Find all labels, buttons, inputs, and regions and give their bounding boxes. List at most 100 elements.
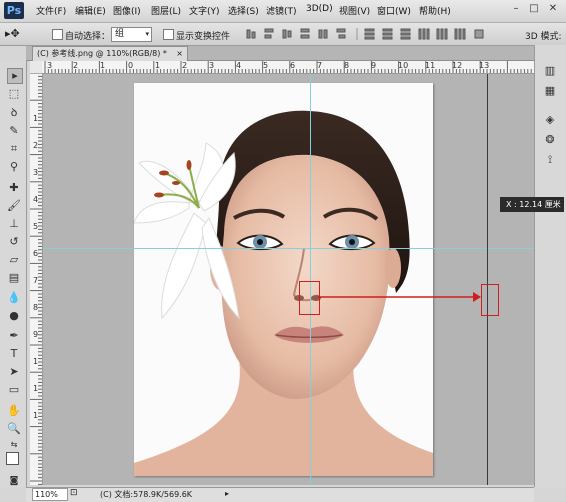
menu-3d[interactable]: 3D(D) [306, 4, 333, 14]
eraser-tool-icon[interactable]: ▱ [7, 253, 21, 267]
menu-select[interactable]: 选择(S) [228, 4, 259, 17]
3d-mode-label: 3D 模式: [525, 32, 562, 42]
show-transform-checkbox[interactable] [163, 29, 174, 40]
menu-window[interactable]: 窗口(W) [377, 4, 411, 17]
minimize-button[interactable]: – [509, 3, 523, 15]
quick-mask-icon[interactable]: ◙ [7, 474, 21, 488]
close-window-button[interactable]: ✕ [546, 3, 560, 15]
zoom-tool-icon[interactable]: 🔍 [7, 422, 21, 436]
ruler-number: 7 [33, 276, 39, 285]
guide-position-tooltip: X : 12.14 厘米 [500, 197, 564, 212]
ruler-number: 5 [33, 222, 39, 231]
ruler-number: 6 [33, 249, 39, 258]
horizontal-guide[interactable] [43, 248, 534, 249]
document-tab-title: (C) 参考线.png @ 110%(RGB/8) * [37, 49, 167, 58]
ruler-number: 1 [33, 357, 39, 366]
ruler-number: 2 [73, 61, 79, 70]
menu-bar: Ps 文件(F) 编辑(E) 图像(I) 图层(L) 文字(Y) 选择(S) 滤… [0, 0, 566, 23]
crop-tool-icon[interactable]: ⌗ [7, 142, 21, 156]
auto-select-checkbox[interactable] [52, 29, 63, 40]
vertical-guide[interactable] [310, 74, 311, 485]
ruler-number: 3 [47, 61, 53, 70]
layers-panel-icon[interactable]: ◈ [543, 113, 557, 127]
path-selection-tool-icon[interactable]: ➤ [7, 365, 21, 379]
menu-layer[interactable]: 图层(L) [151, 4, 181, 17]
document-image[interactable] [134, 83, 433, 476]
ruler-number: 1 [33, 384, 39, 393]
ruler-number: 2 [182, 61, 188, 70]
ruler-number: 4 [236, 61, 242, 70]
quick-select-tool-icon[interactable]: ✎ [7, 124, 21, 138]
ruler-number: 9 [33, 330, 39, 339]
ruler-number: 10 [398, 61, 409, 70]
ruler-number: 8 [344, 61, 350, 70]
ruler-number: 1 [155, 61, 161, 70]
marquee-tool-icon[interactable]: ⬚ [7, 87, 21, 101]
pen-tool-icon[interactable]: ✒ [7, 329, 21, 343]
chevron-down-icon: ▾ [145, 30, 149, 38]
menu-help[interactable]: 帮助(H) [419, 4, 451, 17]
document-tab[interactable]: (C) 参考线.png @ 110%(RGB/8) * × [32, 46, 188, 61]
photoshop-logo: Ps [4, 2, 24, 19]
dodge-tool-icon[interactable]: ● [7, 309, 21, 323]
blur-tool-icon[interactable]: 💧 [7, 291, 21, 305]
hand-tool-icon[interactable]: ✋ [7, 404, 21, 418]
swap-colors-icon[interactable]: ⇆ [7, 438, 21, 452]
options-bar: ▸✥ 自动选择： 组 ▾ 显示变换控件 3D 模式: [0, 23, 566, 46]
ruler-number: 7 [317, 61, 323, 70]
brush-tool-icon[interactable]: 🖌 [7, 199, 21, 213]
ruler-number: 0 [128, 61, 134, 70]
move-tool-icon[interactable]: ▸ [7, 68, 23, 84]
ruler-number: 8 [33, 303, 39, 312]
move-tool-preset-icon[interactable]: ▸✥ [5, 27, 20, 40]
menu-type[interactable]: 文字(Y) [189, 4, 220, 17]
ruler-number: 9 [371, 61, 377, 70]
show-transform-label: 显示变换控件 [176, 32, 231, 42]
portrait-illustration [134, 110, 433, 476]
ruler-number: 11 [425, 61, 436, 70]
ruler-number: 1 [33, 114, 39, 123]
maximize-button[interactable]: □ [527, 3, 541, 15]
menu-file[interactable]: 文件(F) [36, 4, 66, 17]
ruler-number: 6 [290, 61, 296, 70]
gradient-tool-icon[interactable]: ▤ [7, 271, 21, 285]
history-brush-tool-icon[interactable]: ↺ [7, 235, 21, 249]
type-tool-icon[interactable]: T [7, 347, 21, 361]
ruler-number: 2 [33, 141, 39, 150]
histogram-panel-icon[interactable]: ▥ [543, 64, 557, 78]
dropdown-value: 组 [115, 29, 125, 39]
close-tab-icon[interactable]: × [176, 47, 183, 60]
nose-highlight-box [299, 281, 320, 315]
menu-edit[interactable]: 编辑(E) [75, 4, 106, 17]
ruler-number: 1 [100, 61, 106, 70]
dragging-guide[interactable] [487, 74, 488, 485]
guide-highlight-box [481, 284, 499, 316]
foreground-color-swatch[interactable] [6, 452, 19, 465]
ruler-number: 12 [452, 61, 463, 70]
menu-filter[interactable]: 滤镜(T) [266, 4, 297, 17]
annotation-arrow [318, 292, 481, 302]
right-panel-dock [534, 45, 566, 487]
ruler-number: 13 [479, 61, 490, 70]
document-size-info: (C) 文档:578.9K/569.6K [100, 490, 193, 499]
status-arrow-icon[interactable]: ▸ [225, 489, 229, 498]
auto-select-label: 自动选择： [65, 32, 111, 42]
ruler-number: 1 [33, 411, 39, 420]
shape-tool-icon[interactable]: ▭ [7, 383, 21, 397]
ruler-number: 5 [263, 61, 269, 70]
channels-panel-icon[interactable]: ❂ [543, 133, 557, 147]
paths-panel-icon[interactable]: ⟟ [543, 153, 557, 167]
align-distribute-icons[interactable] [245, 28, 495, 40]
ruler-number: 3 [33, 168, 39, 177]
healing-brush-tool-icon[interactable]: ✚ [7, 181, 21, 195]
eyedropper-tool-icon[interactable]: ⚲ [7, 160, 21, 174]
auto-select-target-dropdown[interactable]: 组 ▾ [111, 27, 152, 42]
ruler-number: 3 [209, 61, 215, 70]
zoom-level-field[interactable]: 110% [32, 488, 68, 501]
menu-image[interactable]: 图像(I) [113, 4, 141, 17]
status-menu-icon[interactable]: ⊡ [70, 488, 78, 498]
menu-view[interactable]: 视图(V) [339, 4, 370, 17]
lasso-tool-icon[interactable]: ꝺ [7, 106, 21, 120]
clone-stamp-tool-icon[interactable]: ⊥ [7, 217, 21, 231]
info-panel-icon[interactable]: ▦ [543, 84, 557, 98]
